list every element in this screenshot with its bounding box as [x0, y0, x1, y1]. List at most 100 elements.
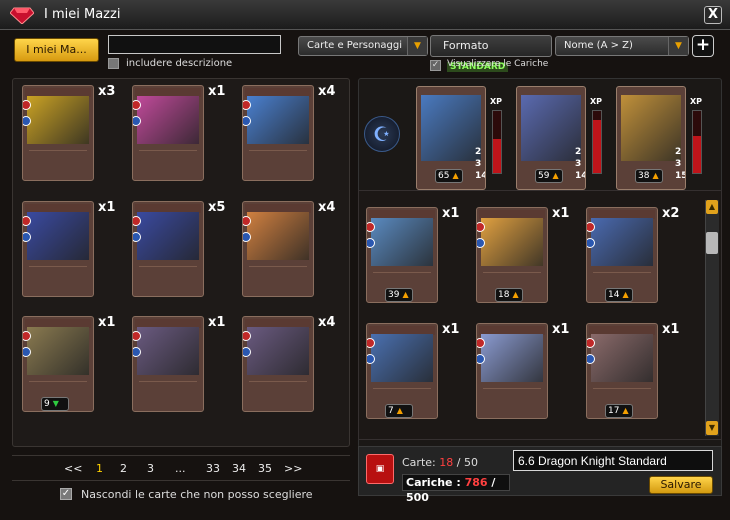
card-art: [247, 327, 309, 375]
card-quantity: x1: [442, 206, 460, 221]
card[interactable]: 9 ▼: [22, 316, 94, 412]
charges-count: Cariche : 786 / 500: [402, 474, 510, 504]
include-description-checkbox[interactable]: [108, 58, 119, 69]
card-text: [139, 381, 197, 399]
scroll-up-icon[interactable]: ▲: [706, 200, 718, 214]
hide-unavailable-label: Nascondi le carte che non posso sceglier…: [81, 488, 313, 501]
card[interactable]: 14 ▲: [586, 207, 658, 303]
arrow-up-icon: ▲: [622, 406, 629, 415]
card[interactable]: 39 ▲: [366, 207, 438, 303]
page-2[interactable]: 2: [120, 462, 127, 475]
card-quantity: x2: [662, 206, 680, 221]
page-34[interactable]: 34: [232, 462, 246, 475]
hero-stat: 14: [475, 171, 485, 181]
scroll-thumb[interactable]: [706, 232, 718, 254]
page-1[interactable]: 1: [96, 462, 103, 475]
hero-card[interactable]: 2 3 15 38▲: [616, 86, 686, 190]
card-text: [139, 150, 197, 168]
card-cost-value: 39: [388, 290, 400, 300]
card-text: [249, 266, 307, 284]
cards-count: Carte: 18 / 50: [402, 456, 482, 472]
hero-stat: 2: [675, 147, 682, 157]
include-description-label: includere descrizione: [126, 58, 233, 69]
card-art: [137, 327, 199, 375]
card[interactable]: 17 ▲: [586, 323, 658, 419]
add-button[interactable]: +: [692, 35, 714, 57]
card[interactable]: [22, 201, 94, 297]
hero-stat: 3: [575, 159, 582, 169]
page-ellipsis: ...: [175, 462, 186, 475]
type-select[interactable]: Carte e Personaggi ▼: [298, 36, 428, 56]
scroll-down-icon[interactable]: ▼: [706, 421, 718, 435]
card-text: [139, 266, 197, 284]
hero-card[interactable]: 2 3 14 65▲: [416, 86, 486, 190]
my-decks-button[interactable]: I miei Ma...: [14, 38, 99, 62]
card[interactable]: 7 ▲: [366, 323, 438, 419]
prev-page-button[interactable]: <<: [64, 462, 82, 475]
hero-card[interactable]: 2 3 14 59▲: [516, 86, 586, 190]
card-art: [371, 334, 433, 382]
window-title: I miei Mazzi: [44, 7, 121, 22]
format-selector[interactable]: Formato STANDARD: [430, 35, 552, 72]
arrow-up-icon: ▲: [396, 406, 403, 415]
hero-stat: 14: [575, 171, 585, 181]
card[interactable]: 18 ▲: [476, 207, 548, 303]
hero-cost-value: 65: [438, 171, 450, 181]
show-charges-checkbox[interactable]: ✓: [430, 60, 441, 71]
charges-label: Cariche :: [406, 476, 461, 489]
card-art: [481, 218, 543, 266]
next-page-button[interactable]: >>: [284, 462, 302, 475]
search-input[interactable]: [108, 35, 281, 54]
card-art: [137, 212, 199, 260]
card-cost-value: 9: [44, 399, 50, 409]
sort-select[interactable]: Nome (A > Z) ▼: [555, 36, 689, 56]
card-cost-value: 14: [608, 290, 620, 300]
card[interactable]: [132, 316, 204, 412]
card-quantity: x4: [318, 84, 336, 99]
card-art: [591, 334, 653, 382]
hero-stat: 3: [475, 159, 482, 169]
chevron-down-icon: ▼: [407, 37, 427, 55]
card[interactable]: [132, 201, 204, 297]
card-art: [27, 212, 89, 260]
hero-cost: 59 ▲: [535, 169, 563, 183]
card[interactable]: [242, 85, 314, 181]
hero-stat: 2: [575, 147, 582, 157]
hero-stat: 2: [475, 147, 482, 157]
arrow-up-icon: ▲: [512, 290, 519, 299]
save-button[interactable]: Salvare: [649, 476, 713, 494]
hide-unavailable-checkbox[interactable]: ✓: [60, 488, 72, 500]
hero-cost-value: 38: [638, 171, 650, 181]
page-3[interactable]: 3: [147, 462, 154, 475]
card[interactable]: [132, 85, 204, 181]
card-quantity: x1: [98, 200, 116, 215]
card[interactable]: [476, 323, 548, 419]
card-text: [29, 266, 87, 284]
charges-max: 500: [406, 491, 429, 504]
close-button[interactable]: X: [704, 6, 722, 24]
deck-name-input[interactable]: [513, 450, 713, 471]
hero-art: [421, 95, 481, 161]
card-quantity: x1: [208, 315, 226, 330]
arrow-up-icon: ▲: [452, 171, 459, 180]
ruby-gem-icon: [10, 7, 34, 24]
arrow-up-icon: ▲: [652, 171, 659, 180]
charges-separator: /: [491, 476, 496, 489]
xp-bar-fill: [593, 120, 601, 173]
page-35[interactable]: 35: [258, 462, 272, 475]
arrow-up-icon: ▲: [622, 290, 629, 299]
card-art: [247, 212, 309, 260]
page-33[interactable]: 33: [206, 462, 220, 475]
card-art: [27, 96, 89, 144]
arrow-up-icon: ▲: [552, 171, 559, 180]
card[interactable]: [22, 85, 94, 181]
hero-stat: 3: [675, 159, 682, 169]
card-quantity: x1: [98, 315, 116, 330]
card[interactable]: [242, 316, 314, 412]
card-cost-value: 17: [608, 406, 620, 416]
card-art: [591, 218, 653, 266]
card-quantity: x4: [318, 200, 336, 215]
hero-cost-value: 59: [538, 171, 550, 181]
card[interactable]: [242, 201, 314, 297]
card-cost-value: 18: [498, 290, 510, 300]
